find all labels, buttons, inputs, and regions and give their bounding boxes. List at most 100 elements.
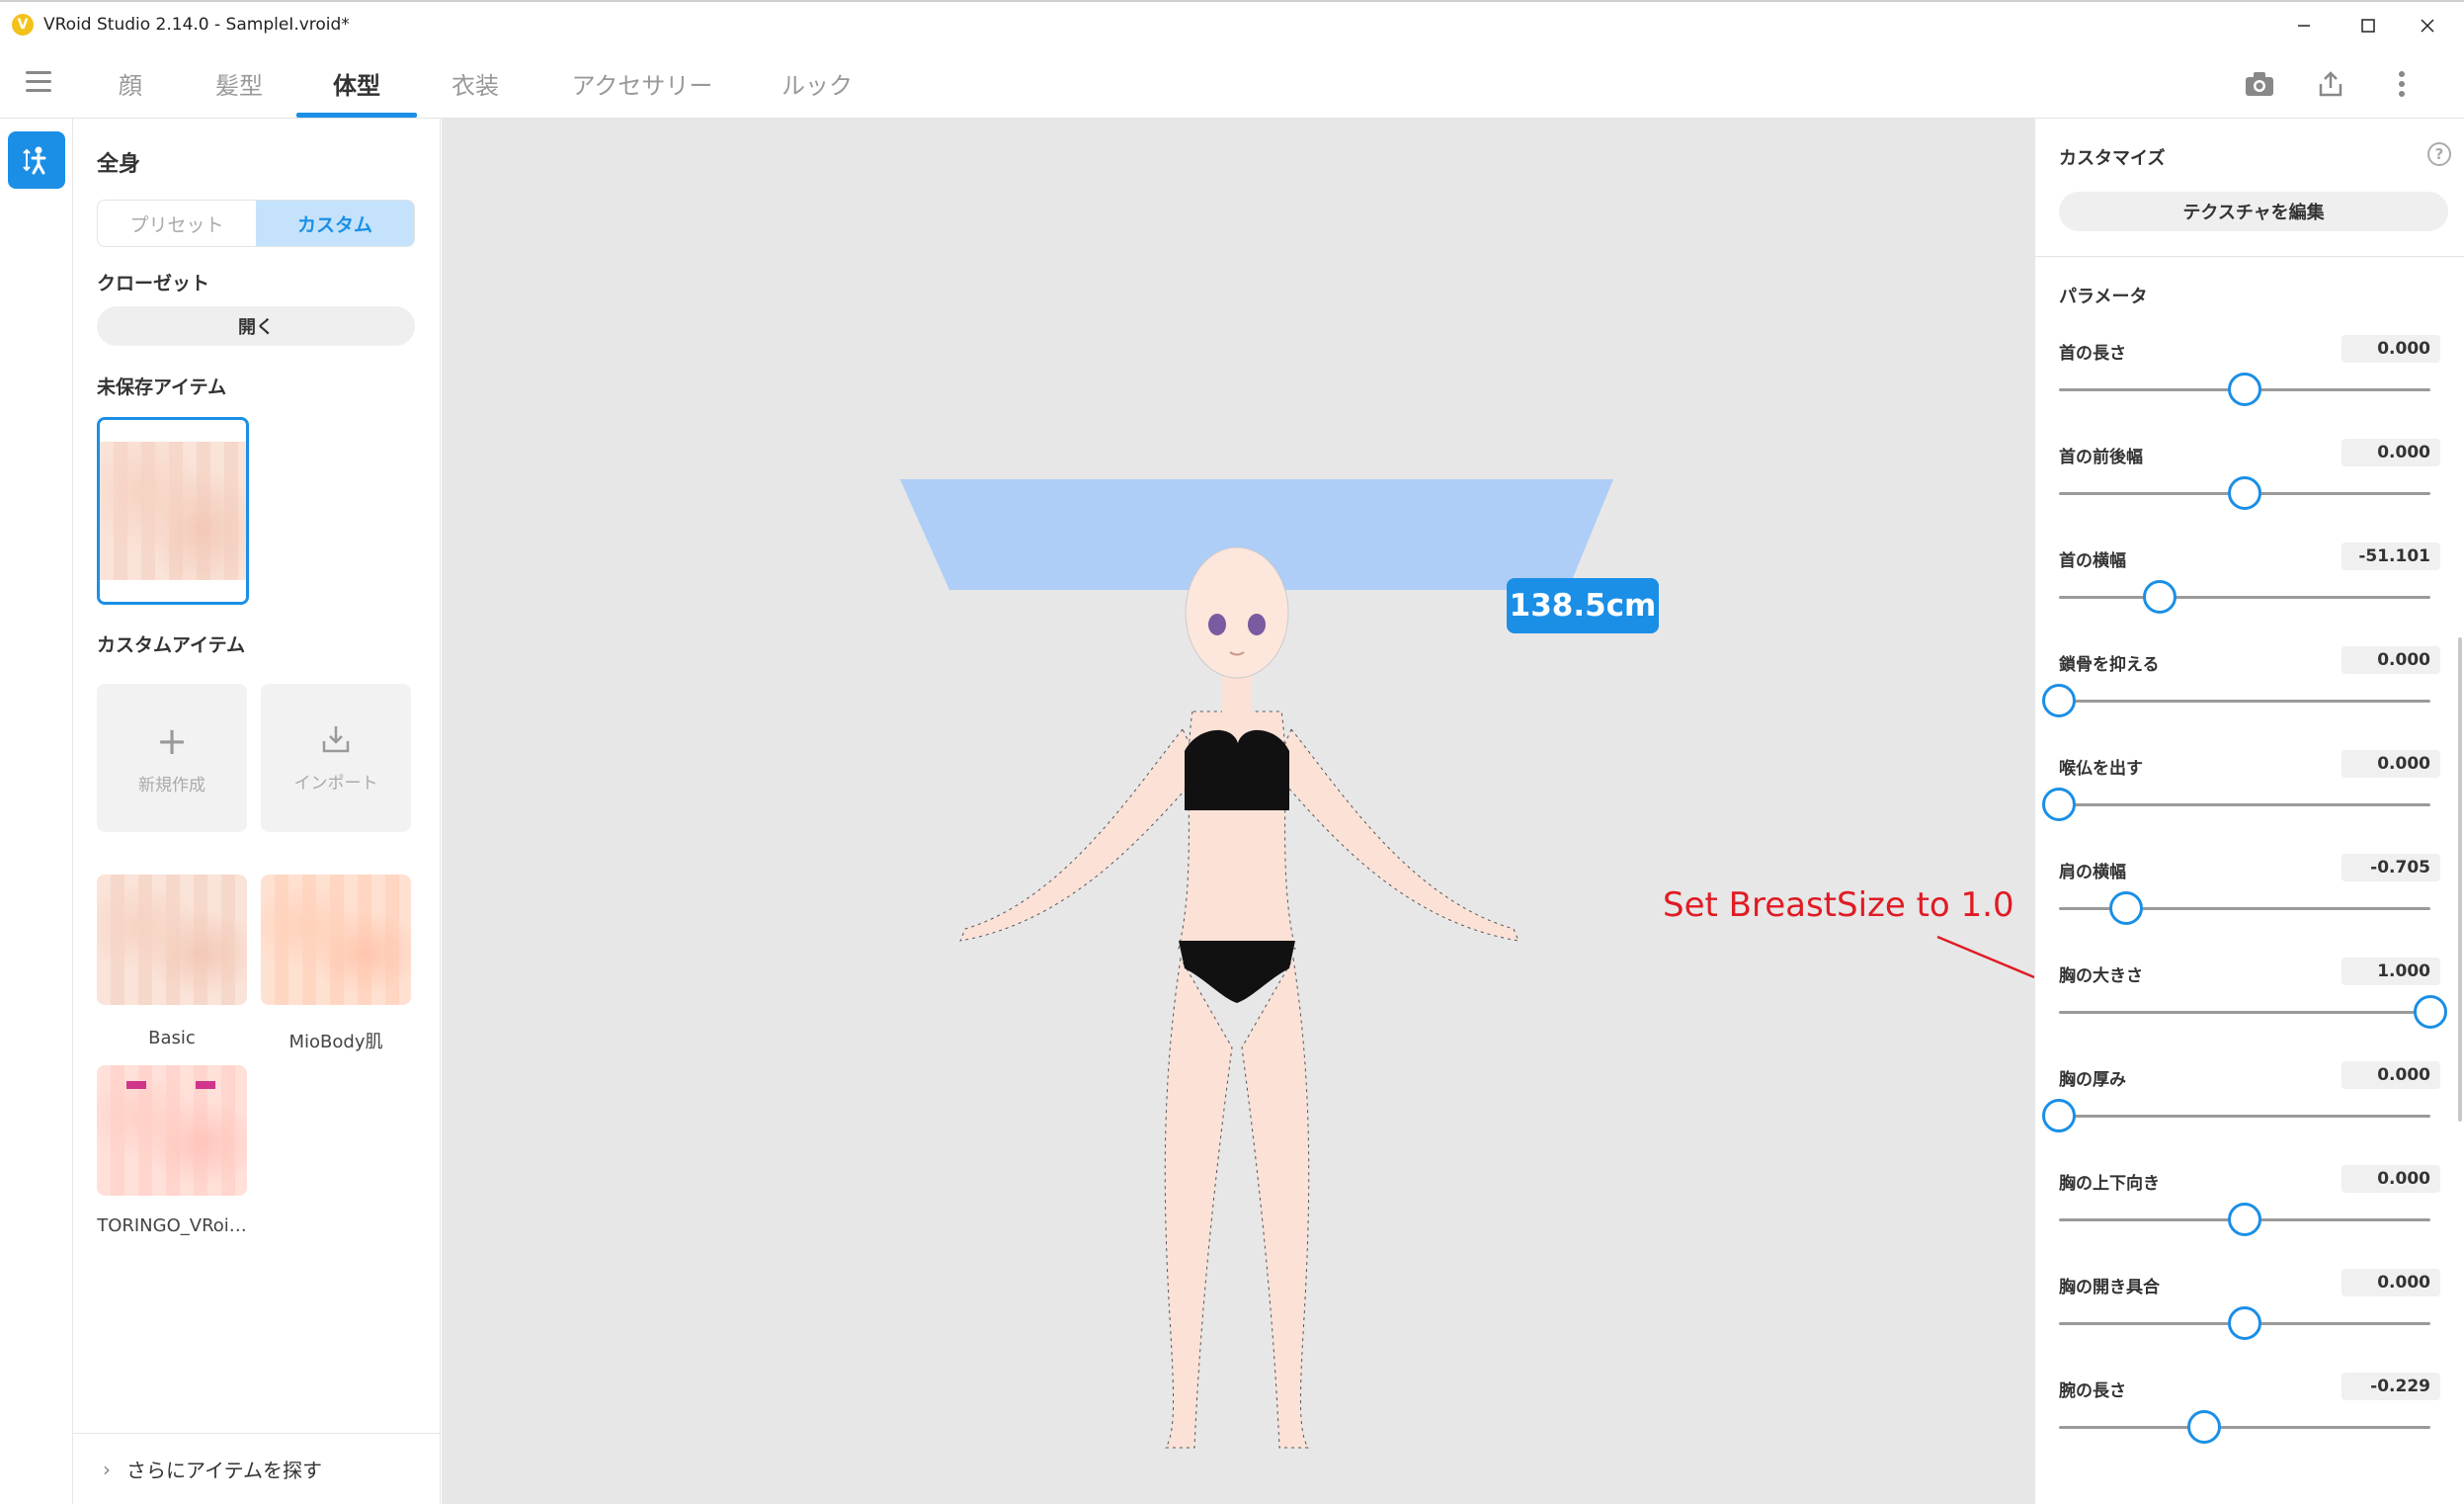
parameter-row: 喉仏を出す 0.000 — [2035, 740, 2464, 844]
panel-title: 全身 — [97, 152, 141, 177]
parameter-value-input[interactable]: 0.000 — [2341, 335, 2440, 363]
parameter-slider-handle[interactable] — [2414, 995, 2447, 1029]
parameter-row: 胸の開き具合 0.000 — [2035, 1259, 2464, 1363]
parameter-value-input[interactable]: -51.101 — [2341, 543, 2440, 570]
body-figure-icon — [23, 146, 46, 175]
new-item-label: 新規作成 — [138, 775, 205, 795]
help-icon[interactable]: ? — [2427, 142, 2451, 166]
parameter-name: 喉仏を出す — [2059, 759, 2143, 779]
parameter-value-input[interactable]: -0.705 — [2341, 854, 2440, 881]
title-bar: V VRoid Studio 2.14.0 - SampleI.vroid* — [0, 0, 2464, 47]
find-more-label: さらにアイテムを探す — [126, 1459, 322, 1482]
chevron-right-icon: › — [103, 1457, 111, 1481]
parameter-name: 腕の長さ — [2059, 1381, 2126, 1401]
item-thumbnail-toringo[interactable] — [97, 1065, 247, 1196]
3d-viewport[interactable]: 138.5cm Set BreastSize to 1.0 — [442, 119, 2034, 1504]
parameter-row: 首の前後幅 0.000 — [2035, 429, 2464, 533]
item-label-toringo: TORINGO_VRoi… — [97, 1215, 247, 1236]
custom-tab[interactable]: カスタム — [256, 201, 414, 246]
parameter-value-input[interactable]: 0.000 — [2341, 1165, 2440, 1193]
import-button[interactable]: インポート — [261, 684, 411, 832]
parameter-name: 胸の大きさ — [2059, 966, 2143, 986]
parameter-name: 肩の横幅 — [2059, 863, 2126, 882]
parameter-row: 腕の長さ -0.229 — [2035, 1363, 2464, 1466]
full-body-category-button[interactable] — [8, 131, 65, 189]
avatar-model — [900, 479, 1613, 1449]
parameter-name: 胸の厚み — [2059, 1070, 2126, 1090]
parameter-slider-track[interactable] — [2059, 700, 2430, 703]
parameter-slider-track[interactable] — [2059, 1426, 2430, 1429]
window-title: VRoid Studio 2.14.0 - SampleI.vroid* — [43, 15, 350, 35]
tab-hair[interactable]: 髪型 — [205, 47, 273, 119]
find-more-items-link[interactable]: › さらにアイテムを探す — [73, 1433, 441, 1504]
parameter-value-input[interactable]: -0.229 — [2341, 1373, 2440, 1400]
close-button[interactable] — [2391, 2, 2464, 49]
annotation-text: Set BreastSize to 1.0 — [1663, 885, 2014, 925]
parameter-value-input[interactable]: 0.000 — [2341, 1269, 2440, 1296]
tab-outfit[interactable]: 衣装 — [440, 47, 511, 119]
minimize-button[interactable] — [2267, 2, 2341, 49]
parameter-slider-handle[interactable] — [2042, 684, 2076, 717]
unsaved-items-label: 未保存アイテム — [97, 376, 227, 398]
vroid-logo-icon: V — [12, 14, 34, 36]
import-label: インポート — [293, 773, 378, 794]
parameters-label: パラメータ — [2059, 287, 2148, 307]
parameter-value-input[interactable]: 0.000 — [2341, 439, 2440, 466]
unsaved-item-thumbnail[interactable] — [97, 417, 249, 605]
parameter-slider-track[interactable] — [2059, 596, 2430, 599]
parameter-name: 首の前後幅 — [2059, 448, 2143, 467]
parameter-value-input[interactable]: 0.000 — [2341, 750, 2440, 778]
parameter-row: 首の長さ 0.000 — [2035, 325, 2464, 429]
menu-icon[interactable] — [26, 71, 51, 93]
parameter-value-input[interactable]: 1.000 — [2341, 958, 2440, 985]
open-closet-button[interactable]: 開く — [97, 306, 415, 346]
parameter-slider-track[interactable] — [2059, 803, 2430, 806]
parameter-panel: カスタマイズ ? テクスチャを編集 パラメータ 首の長さ 0.000 首の前後幅 0.… — [2034, 119, 2464, 1504]
tab-face[interactable]: 顔 — [107, 47, 154, 119]
minimize-icon — [2298, 25, 2310, 27]
plus-icon: + — [156, 718, 188, 763]
tab-accessory[interactable]: アクセサリー — [563, 47, 721, 119]
preset-tab[interactable]: プリセット — [98, 201, 256, 246]
parameter-slider-handle[interactable] — [2108, 891, 2143, 925]
parameter-row: 胸の厚み 0.000 — [2035, 1051, 2464, 1155]
parameter-scrollbar[interactable] — [2458, 637, 2462, 1122]
parameter-value-input[interactable]: 0.000 — [2341, 646, 2440, 674]
item-thumbnail-miobody[interactable] — [261, 875, 411, 1005]
parameter-slider-handle[interactable] — [2228, 1203, 2261, 1236]
tab-look[interactable]: ルック — [774, 47, 861, 119]
divider — [2035, 256, 2464, 257]
camera-icon[interactable] — [2243, 67, 2276, 101]
parameter-slider-track[interactable] — [2059, 1011, 2430, 1014]
parameter-name: 胸の上下向き — [2059, 1174, 2160, 1194]
custom-items-label: カスタムアイテム — [97, 634, 246, 656]
close-icon — [2421, 19, 2434, 33]
parameter-slider-track[interactable] — [2059, 1115, 2430, 1118]
parameter-row: 肩の横幅 -0.705 — [2035, 844, 2464, 948]
new-item-button[interactable]: + 新規作成 — [97, 684, 247, 832]
parameter-slider-handle[interactable] — [2228, 476, 2261, 510]
parameter-value-input[interactable]: 0.000 — [2341, 1061, 2440, 1089]
parameter-slider-handle[interactable] — [2228, 1306, 2261, 1340]
customize-label: カスタマイズ — [2059, 148, 2166, 169]
parameter-slider-handle[interactable] — [2142, 580, 2177, 614]
item-thumbnail-basic[interactable] — [97, 875, 247, 1005]
parameter-name: 首の横幅 — [2059, 551, 2126, 571]
export-icon[interactable] — [2314, 67, 2347, 101]
more-vertical-icon[interactable] — [2385, 67, 2419, 101]
active-tab-indicator — [296, 113, 417, 118]
main-tab-bar: 顔 髪型 体型 衣装 アクセサリー ルック — [0, 47, 2464, 119]
item-label-basic: Basic — [148, 1028, 196, 1048]
parameter-slider-handle[interactable] — [2042, 788, 2076, 821]
parameter-slider-handle[interactable] — [2186, 1410, 2221, 1444]
edit-texture-button[interactable]: テクスチャを編集 — [2059, 192, 2448, 231]
parameter-row: 胸の大きさ 1.000 — [2035, 948, 2464, 1051]
parameter-row: 胸の上下向き 0.000 — [2035, 1155, 2464, 1259]
parameter-slider-handle[interactable] — [2042, 1099, 2076, 1132]
item-label-miobody: MioBody肌 — [288, 1032, 383, 1052]
annotation-arrow — [1936, 935, 2034, 979]
parameter-slider-handle[interactable] — [2228, 373, 2261, 406]
parameter-row: 鎖骨を抑える 0.000 — [2035, 636, 2464, 740]
category-rail — [0, 119, 73, 1504]
tab-body[interactable]: 体型 — [321, 47, 392, 119]
